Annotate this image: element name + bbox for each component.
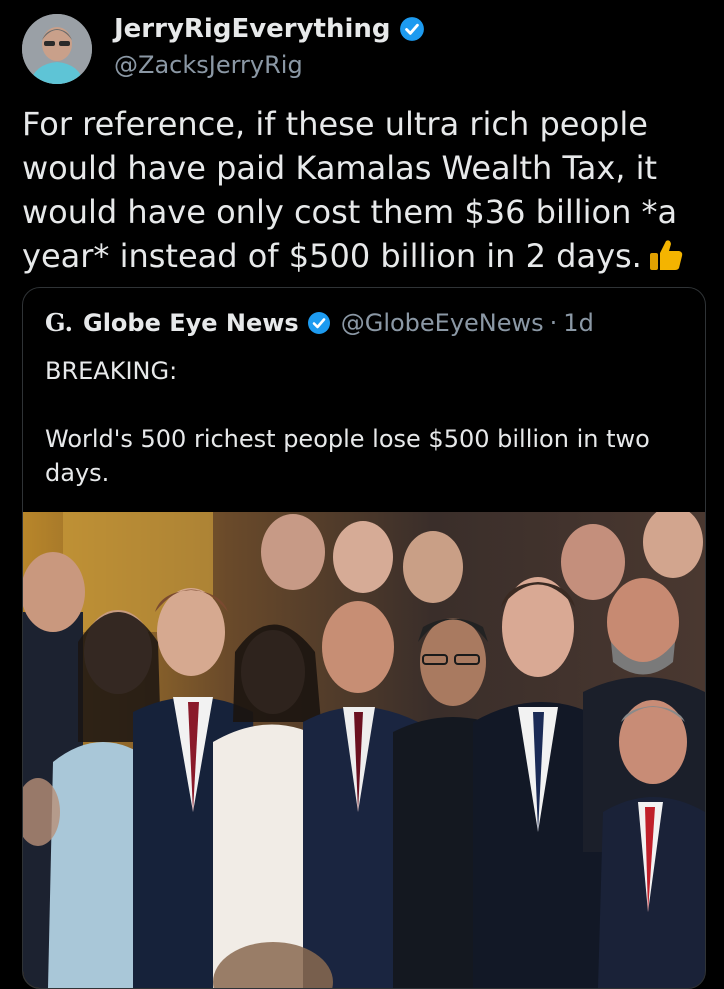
quoted-author-handle[interactable]: @GlobeEyeNews: [341, 309, 544, 337]
avatar-image: [22, 14, 92, 84]
avatar[interactable]: [22, 14, 92, 84]
author-name-row[interactable]: JerryRigEverything: [114, 14, 425, 44]
quoted-tweet[interactable]: G. Globe Eye News @GlobeEyeNews · 1d BRE…: [22, 287, 706, 989]
tweet: JerryRigEverything @ZacksJerryRig For re…: [0, 0, 724, 989]
quoted-tweet-text: BREAKING: World's 500 richest people los…: [45, 354, 685, 490]
tweet-text-body: For reference, if these ultra rich peopl…: [22, 105, 678, 275]
quoted-tweet-photo[interactable]: [23, 512, 705, 988]
quoted-text-line-1: BREAKING:: [45, 357, 178, 385]
globe-eye-logo: G.: [45, 308, 73, 337]
author-handle[interactable]: @ZacksJerryRig: [114, 51, 303, 79]
quoted-tweet-header: G. Globe Eye News @GlobeEyeNews · 1d: [45, 308, 594, 337]
quoted-timestamp[interactable]: 1d: [563, 309, 594, 337]
separator-dot: ·: [549, 308, 558, 337]
verified-badge-icon: [307, 311, 330, 334]
quoted-text-line-2: World's 500 richest people lose $500 bil…: [45, 425, 650, 487]
tweet-text: For reference, if these ultra rich peopl…: [22, 102, 702, 278]
group-photo-image: [23, 512, 705, 988]
quoted-author-name[interactable]: Globe Eye News: [83, 309, 299, 337]
author-name[interactable]: JerryRigEverything: [114, 14, 391, 44]
verified-badge-icon: [399, 17, 424, 41]
thumbs-up-icon: [649, 240, 683, 270]
